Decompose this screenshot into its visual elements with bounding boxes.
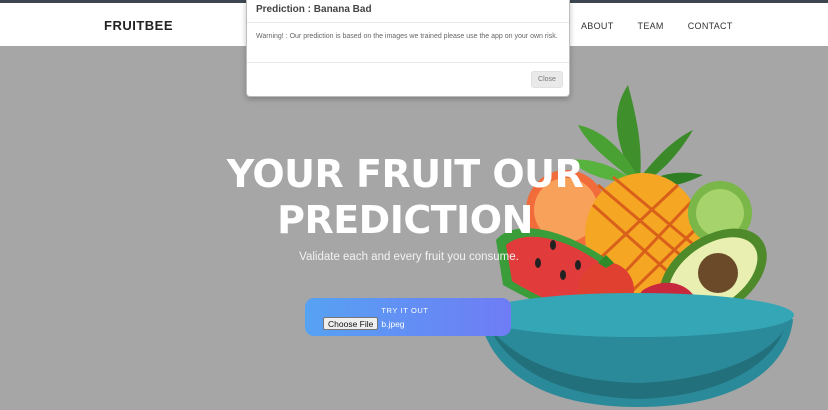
choose-file-button[interactable]: Choose File bbox=[323, 317, 379, 330]
try-it-out-card[interactable]: TRY IT OUT Choose File b.jpeg bbox=[305, 298, 511, 336]
modal-title: Prediction : Banana Bad bbox=[256, 4, 372, 15]
brand-logo[interactable]: FRUITBEE bbox=[104, 18, 173, 33]
modal-body: Warning! : Our prediction is based on th… bbox=[256, 33, 558, 40]
modal-footer-divider bbox=[247, 62, 569, 63]
hero-subtitle: Validate each and every fruit you consum… bbox=[299, 251, 519, 263]
close-button[interactable]: Close bbox=[531, 71, 563, 88]
nav-link-about[interactable]: ABOUT bbox=[581, 21, 614, 31]
nav-link-team[interactable]: TEAM bbox=[638, 21, 664, 31]
prediction-modal: Prediction : Banana Bad Warning! : Our p… bbox=[246, 0, 570, 97]
nav-links: ABOUT TEAM CONTACT bbox=[581, 21, 757, 31]
fruit-bowl-illustration bbox=[478, 85, 794, 407]
selected-file-name: b.jpeg bbox=[381, 318, 405, 329]
file-upload: Choose File b.jpeg bbox=[323, 317, 405, 330]
hero-title-line1: YOUR FRUIT OUR bbox=[226, 152, 584, 196]
hero-title: YOUR FRUIT OUR PREDICTION bbox=[170, 151, 640, 243]
hero-title-line2: PREDICTION bbox=[277, 198, 533, 242]
try-it-out-label[interactable]: TRY IT OUT bbox=[302, 306, 508, 315]
nav-link-contact[interactable]: CONTACT bbox=[688, 21, 733, 31]
bowl bbox=[478, 293, 794, 407]
modal-header-divider bbox=[247, 22, 569, 23]
